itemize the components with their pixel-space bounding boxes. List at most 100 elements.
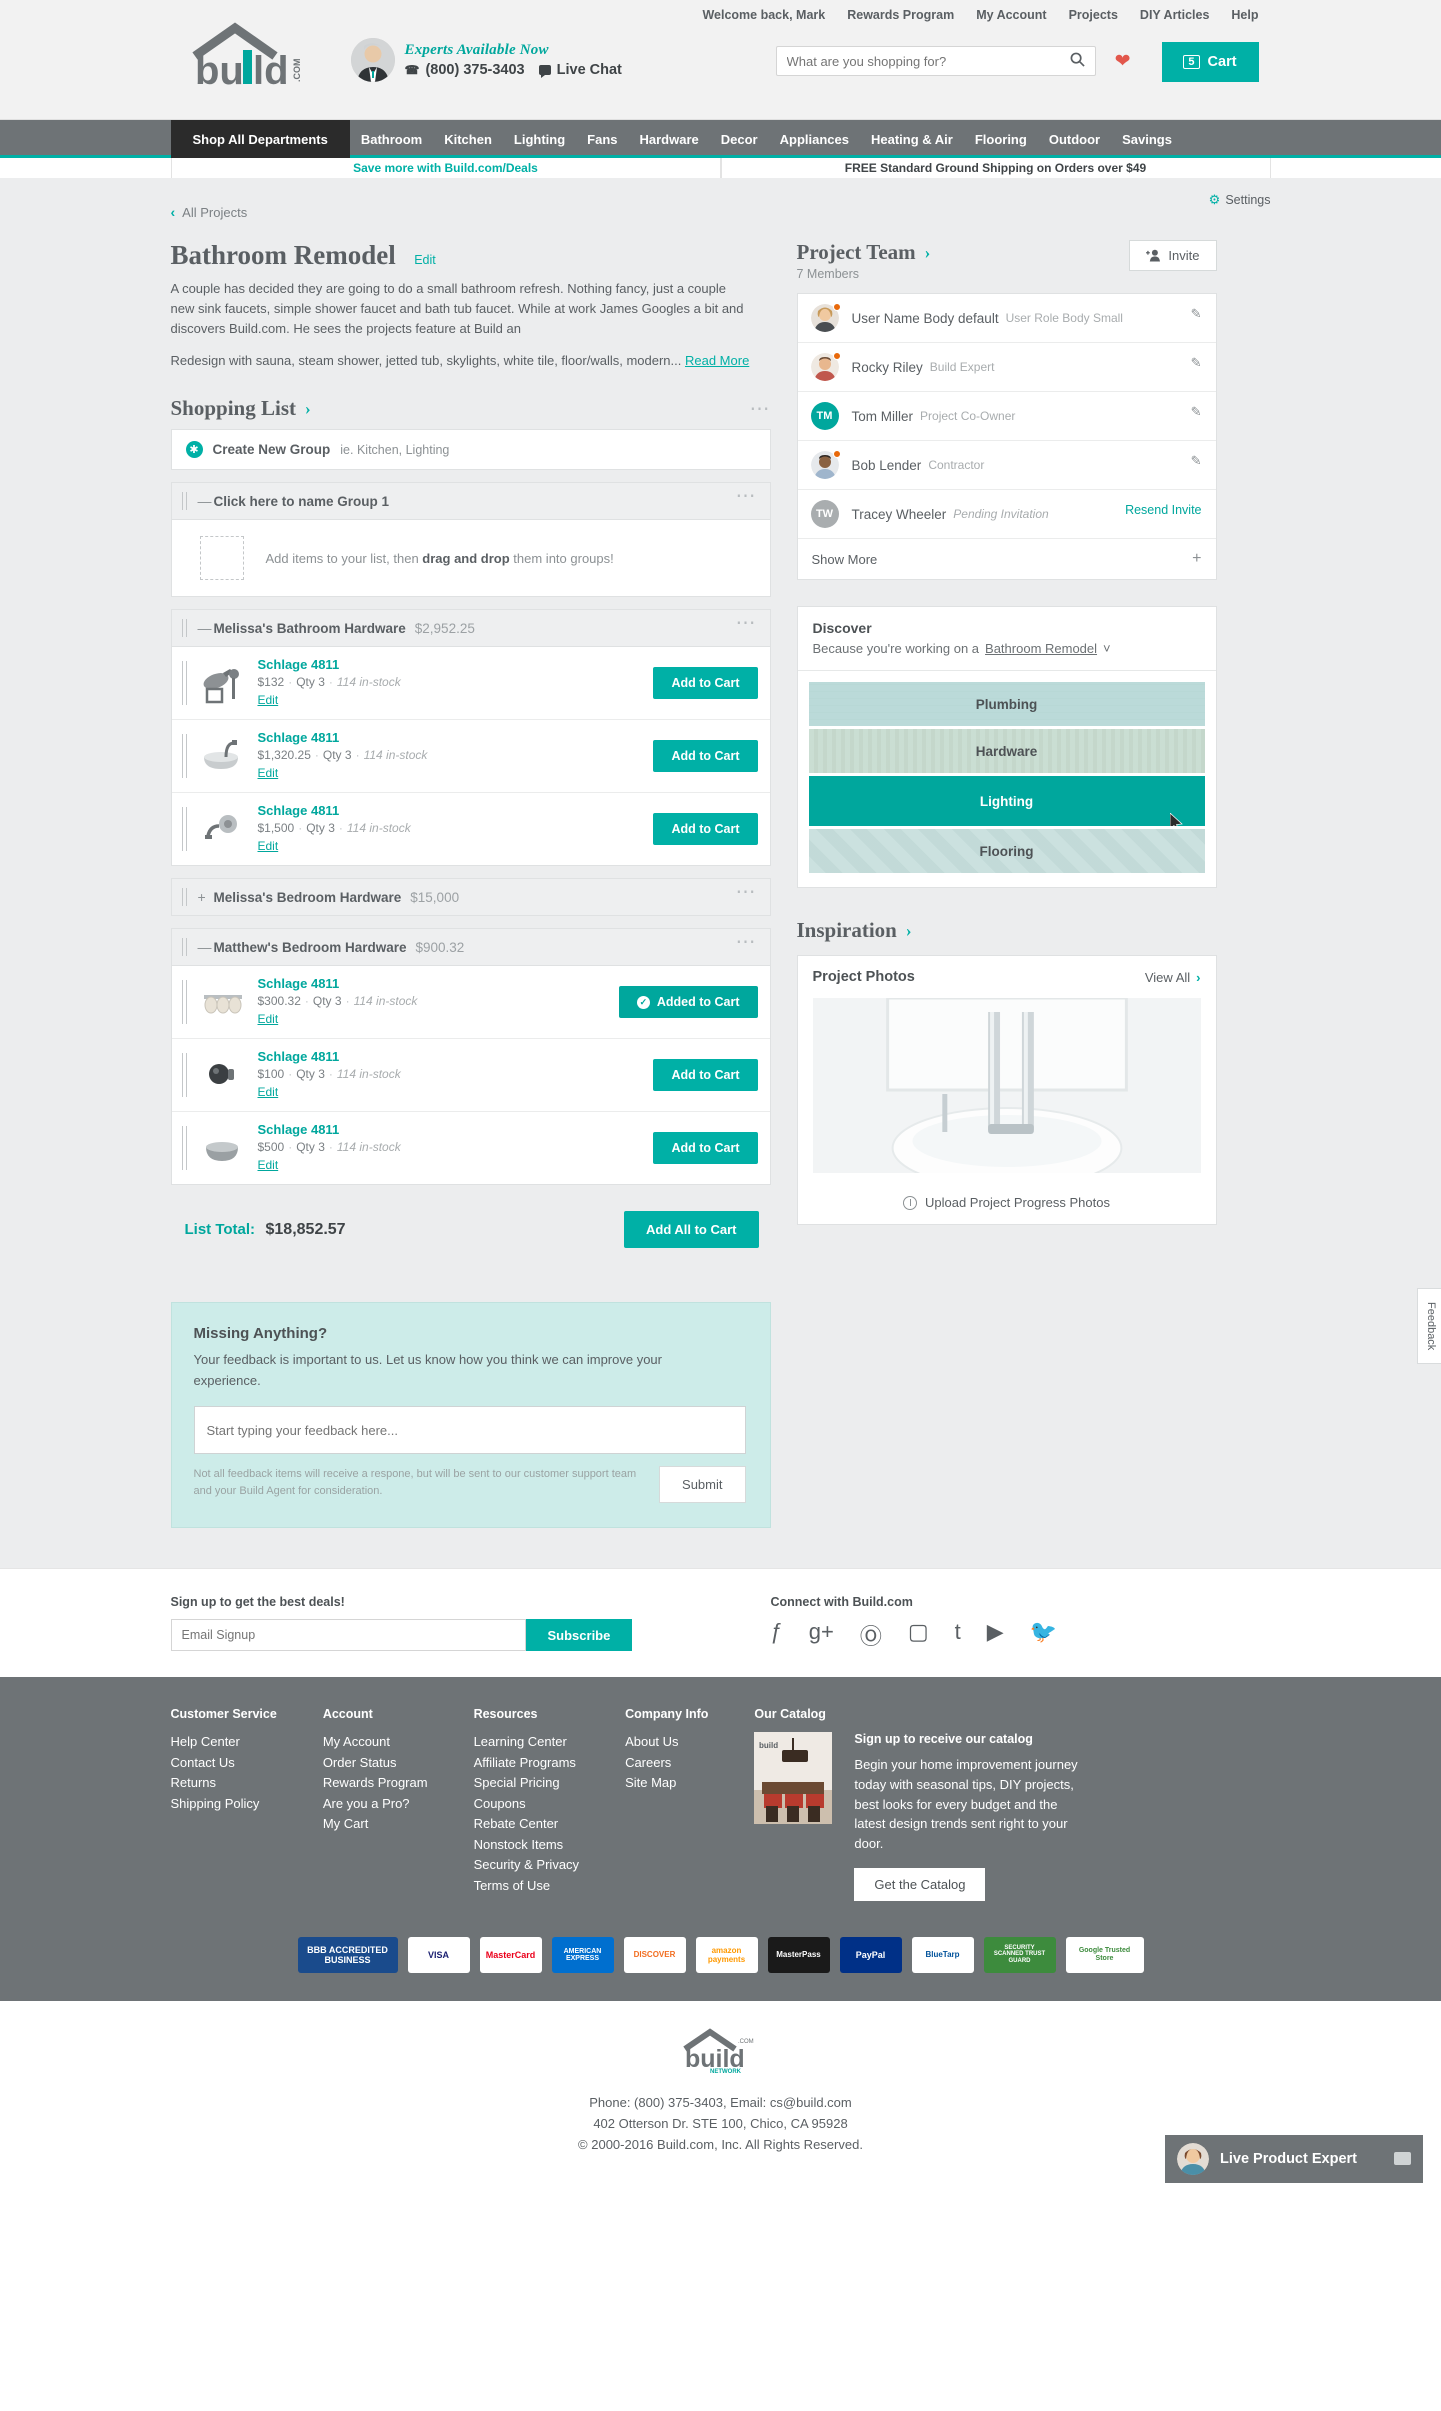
shopping-list-menu-icon[interactable]: ⋯: [750, 399, 771, 419]
promo-deals-link[interactable]: Save more with Build.com/Deals: [170, 158, 721, 178]
footer-link[interactable]: Special Pricing: [474, 1773, 579, 1794]
item-name[interactable]: Schlage 4811: [258, 730, 654, 745]
footer-link[interactable]: My Account: [323, 1732, 428, 1753]
nav-shop-all-departments[interactable]: Shop All Departments: [170, 120, 350, 158]
trust-guard-badge[interactable]: SECURITY SCANNED TRUST GUARD: [983, 1936, 1056, 1973]
google-plus-icon[interactable]: g+: [809, 1619, 834, 1651]
edit-member-icon[interactable]: ✎: [1191, 355, 1202, 371]
bbb-badge[interactable]: BBB ACCREDITED BUSINESS: [297, 1936, 398, 1973]
discover-tile-hardware[interactable]: Hardware: [808, 729, 1205, 773]
drag-handle-icon[interactable]: [181, 807, 187, 852]
instagram-icon[interactable]: ▢: [908, 1619, 929, 1651]
project-photo-image[interactable]: [812, 998, 1201, 1173]
facebook-icon[interactable]: ƒ: [771, 1619, 783, 1651]
tumblr-icon[interactable]: t: [955, 1619, 961, 1651]
footer-link[interactable]: Coupons: [474, 1794, 579, 1815]
edit-member-icon[interactable]: ✎: [1191, 453, 1202, 469]
collapse-icon[interactable]: —: [198, 493, 214, 509]
chevron-down-icon[interactable]: ˅: [1103, 641, 1111, 656]
google-trusted-store-badge[interactable]: Google Trusted Store: [1065, 1936, 1144, 1973]
drag-handle-icon[interactable]: [181, 1126, 187, 1171]
item-name[interactable]: Schlage 4811: [258, 1049, 654, 1064]
utility-link-diy[interactable]: DIY Articles: [1140, 8, 1209, 22]
feedback-tab[interactable]: Feedback: [1417, 1288, 1441, 1365]
group-header[interactable]: — Melissa's Bathroom Hardware $2,952.25 …: [170, 609, 771, 648]
footer-link[interactable]: Careers: [625, 1753, 708, 1774]
item-edit-link[interactable]: Edit: [258, 1012, 279, 1026]
drag-handle-icon[interactable]: [181, 619, 187, 638]
group-header[interactable]: + Melissa's Bedroom Hardware $15,000 ⋯: [170, 878, 771, 917]
group-menu-icon[interactable]: ⋯: [736, 613, 757, 633]
footer-link[interactable]: Security & Privacy: [474, 1855, 579, 1876]
email-signup-input[interactable]: [170, 1619, 526, 1652]
nav-item-heating-air[interactable]: Heating & Air: [860, 120, 964, 158]
group-menu-icon[interactable]: ⋯: [736, 932, 757, 952]
footer-link[interactable]: Site Map: [625, 1773, 708, 1794]
footer-link[interactable]: Learning Center: [474, 1732, 579, 1753]
footer-link[interactable]: About Us: [625, 1732, 708, 1753]
expert-contact[interactable]: Experts Available Now ☎ (800) 375-3403 L…: [350, 38, 622, 82]
subscribe-button[interactable]: Subscribe: [525, 1619, 633, 1652]
team-row[interactable]: Bob Lender Contractor ✎: [797, 441, 1216, 490]
item-edit-link[interactable]: Edit: [258, 1158, 279, 1172]
utility-link-account[interactable]: My Account: [976, 8, 1046, 22]
group-header[interactable]: — Click here to name Group 1 ⋯: [170, 482, 771, 521]
team-row[interactable]: TW Tracey Wheeler Pending Invitation Res…: [797, 490, 1216, 539]
favorites-heart-icon[interactable]: ❤: [1115, 50, 1131, 73]
expand-icon[interactable]: +: [198, 889, 214, 905]
nav-item-appliances[interactable]: Appliances: [769, 120, 860, 158]
add-to-cart-button[interactable]: Add to Cart: [653, 1132, 758, 1165]
footer-link[interactable]: Help Center: [171, 1732, 277, 1753]
cart-button[interactable]: 5 Cart: [1161, 42, 1259, 82]
search-input[interactable]: [775, 46, 1096, 76]
team-row[interactable]: User Name Body default User Role Body Sm…: [797, 294, 1216, 343]
feedback-input[interactable]: [193, 1406, 746, 1455]
chevron-right-icon[interactable]: ›: [906, 921, 912, 941]
nav-item-flooring[interactable]: Flooring: [964, 120, 1038, 158]
team-row[interactable]: Rocky Riley Build Expert ✎: [797, 343, 1216, 392]
discover-tile-flooring[interactable]: Flooring: [808, 829, 1205, 873]
resend-invite-link[interactable]: Resend Invite: [1125, 503, 1201, 517]
nav-item-fans[interactable]: Fans: [576, 120, 628, 158]
item-name[interactable]: Schlage 4811: [258, 803, 654, 818]
feedback-submit-button[interactable]: Submit: [659, 1466, 746, 1504]
upload-photos-button[interactable]: Upload Project Progress Photos: [798, 1181, 1216, 1224]
footer-link[interactable]: Nonstock Items: [474, 1835, 579, 1856]
footer-link[interactable]: My Cart: [323, 1814, 428, 1835]
group-name[interactable]: Click here to name Group 1: [214, 494, 390, 509]
create-new-group-row[interactable]: ✱ Create New Group ie. Kitchen, Lighting: [170, 429, 771, 471]
show-more-members[interactable]: Show More +: [798, 539, 1216, 579]
nav-item-hardware[interactable]: Hardware: [629, 120, 710, 158]
add-to-cart-button[interactable]: Add to Cart: [653, 667, 758, 700]
group-menu-icon[interactable]: ⋯: [736, 486, 757, 506]
twitter-icon[interactable]: 🐦: [1030, 1619, 1057, 1651]
search-button[interactable]: [1060, 46, 1096, 76]
nav-item-lighting[interactable]: Lighting: [503, 120, 576, 158]
chevron-right-icon[interactable]: ›: [305, 399, 311, 419]
add-to-cart-button[interactable]: Add to Cart: [653, 1059, 758, 1092]
edit-member-icon[interactable]: ✎: [1191, 306, 1202, 322]
utility-link-rewards[interactable]: Rewards Program: [847, 8, 954, 22]
drag-handle-icon[interactable]: [181, 661, 187, 706]
group-menu-icon[interactable]: ⋯: [736, 882, 757, 902]
add-all-to-cart-button[interactable]: Add All to Cart: [623, 1211, 759, 1249]
footer-link[interactable]: Contact Us: [171, 1753, 277, 1774]
drag-handle-icon[interactable]: [181, 888, 187, 907]
footer-link[interactable]: Order Status: [323, 1753, 428, 1774]
footer-link[interactable]: Terms of Use: [474, 1876, 579, 1897]
read-more-link[interactable]: Read More: [685, 353, 749, 368]
empty-drop-zone[interactable]: Add items to your list, then drag and dr…: [172, 520, 770, 596]
chevron-right-icon[interactable]: ›: [925, 243, 931, 263]
utility-link-projects[interactable]: Projects: [1069, 8, 1118, 22]
nav-item-savings[interactable]: Savings: [1111, 120, 1183, 158]
breadcrumb-all-projects[interactable]: ‹ All Projects: [171, 190, 1271, 220]
pinterest-icon[interactable]: Ⓞ: [860, 1619, 882, 1651]
item-name[interactable]: Schlage 4811: [258, 1122, 654, 1137]
live-chat-label[interactable]: Live Chat: [557, 62, 622, 78]
drag-handle-icon[interactable]: [181, 938, 187, 957]
collapse-icon[interactable]: —: [198, 939, 214, 955]
nav-item-decor[interactable]: Decor: [710, 120, 769, 158]
discover-tile-plumbing[interactable]: Plumbing: [808, 682, 1205, 726]
settings-link[interactable]: ⚙ Settings: [1209, 192, 1271, 208]
item-edit-link[interactable]: Edit: [258, 766, 279, 780]
